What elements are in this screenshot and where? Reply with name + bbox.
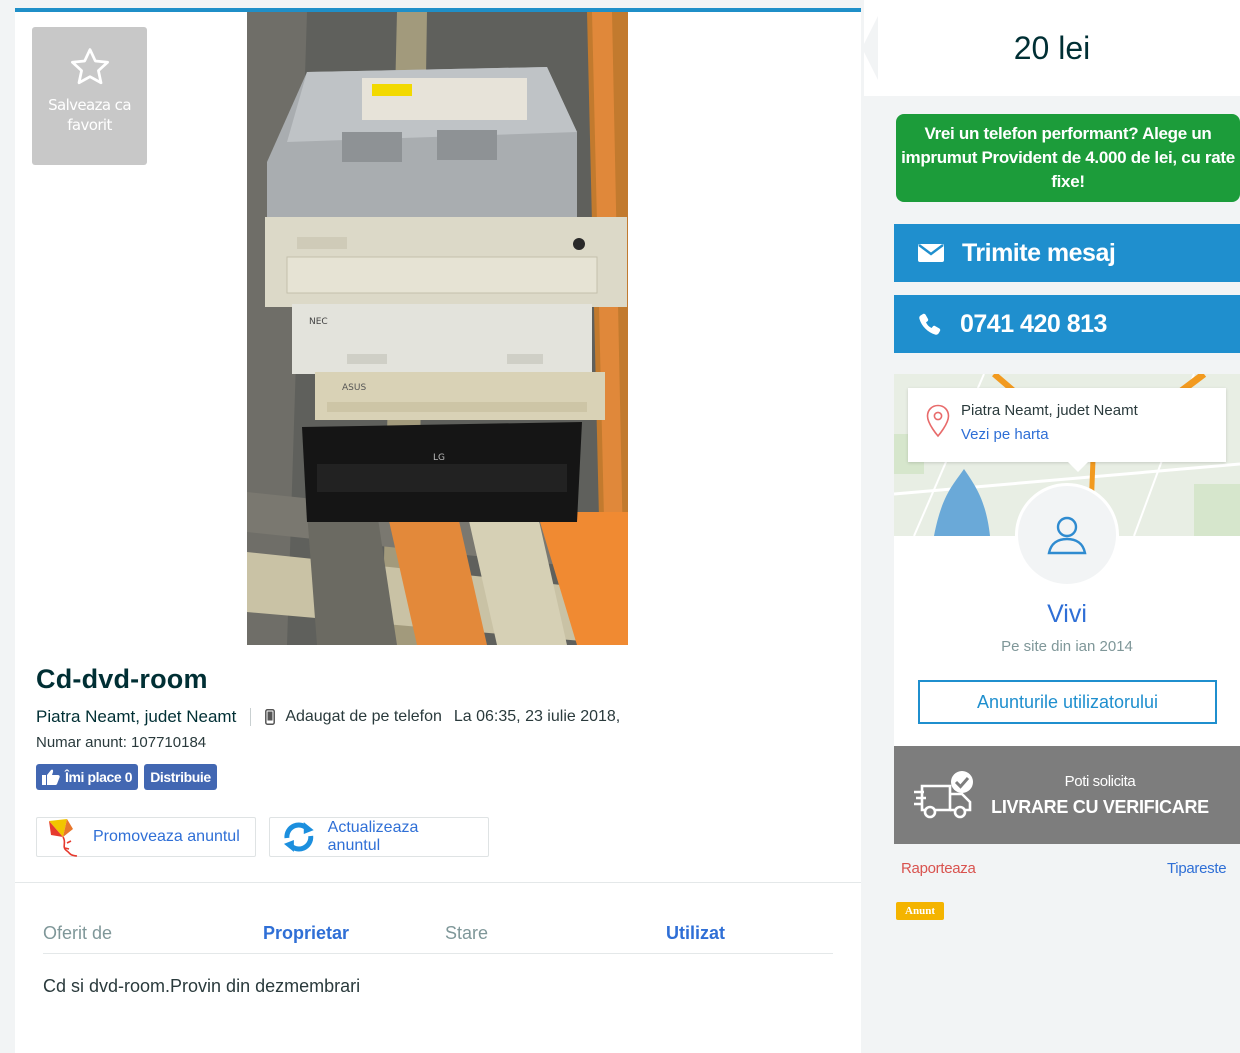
meta-separator [250, 708, 252, 726]
view-on-map-link[interactable]: Vezi pe harta [961, 426, 1049, 443]
kite-icon [49, 819, 78, 857]
promote-ad-button[interactable]: Promoveaza anuntul [36, 817, 256, 857]
price: 20 lei [1013, 30, 1091, 66]
svg-text:LG: LG [433, 453, 445, 463]
save-favorite-label: Salveaza ca favorit [48, 96, 131, 134]
ad-details-row: Oferit de Proprietar Stare Utilizat [43, 913, 833, 953]
ad-main-panel: Salveaza ca favorit NEC ASUS LG Cd-dvd-r… [15, 8, 861, 1053]
thumbs-up-icon [42, 769, 60, 785]
phone-icon [919, 313, 941, 335]
send-message-label: Trimite mesaj [962, 238, 1116, 267]
star-outline-icon [70, 48, 109, 85]
print-ad-link[interactable]: Tipareste [1167, 860, 1227, 877]
show-phone-button[interactable]: 0741 420 813 [894, 295, 1240, 353]
facebook-share-button[interactable]: Distribuie [144, 764, 217, 790]
report-ad-link[interactable]: Raporteaza [901, 860, 976, 877]
ad-title: Cd-dvd-room [36, 664, 208, 694]
popup-tail [1068, 462, 1088, 472]
ad-badge: Anunt [896, 902, 944, 920]
delivery-verification-banner[interactable]: Poti solicita LIVRARE CU VERIFICARE [894, 746, 1240, 844]
svg-text:NEC: NEC [309, 317, 328, 327]
user-icon [1047, 516, 1087, 555]
facebook-buttons: Îmi place 0 Distribuie [36, 764, 217, 790]
update-ad-button[interactable]: Actualizeaza anuntul [269, 817, 489, 857]
provident-promo-banner[interactable]: Vrei un telefon performant? Alege un imp… [896, 114, 1240, 202]
ad-description: Cd si dvd-room.Provin din dezmembrari [43, 976, 361, 996]
location-pin-icon [926, 404, 950, 438]
seller-ads-button[interactable]: Anunturile utilizatorului [918, 680, 1217, 724]
envelope-icon [918, 244, 944, 262]
ad-photo[interactable]: NEC ASUS LG [247, 12, 628, 645]
map-location-city: Piatra Neamt, judet Neamt [961, 402, 1138, 419]
delivery-subtitle: Poti solicita [1064, 773, 1136, 790]
price-box: 20 lei [862, 0, 1240, 96]
detail-label-offered-by: Oferit de [43, 922, 113, 943]
ad-meta-row: Piatra Neamt, judet Neamt Adaugat de pe … [36, 706, 620, 728]
ad-number: Numar anunt: 107710184 [36, 734, 207, 751]
seller-avatar[interactable] [1015, 483, 1119, 587]
send-message-button[interactable]: Trimite mesaj [894, 224, 1240, 282]
ad-actions: Promoveaza anuntul Actualizeaza anuntul [36, 817, 489, 857]
ad-location: Piatra Neamt, judet Neamt [36, 707, 237, 726]
ad-added-via: Adaugat de pe telefon [285, 708, 442, 725]
delivery-title: LIVRARE CU VERIFICARE [991, 797, 1209, 817]
delivery-truck-icon [914, 771, 973, 819]
section-divider [15, 882, 861, 883]
facebook-like-label: Îmi place 0 [65, 769, 133, 785]
promote-ad-label: Promoveaza anuntul [93, 828, 240, 845]
detail-value-offered-by[interactable]: Proprietar [263, 923, 445, 944]
seller-name[interactable]: Vivi [894, 600, 1240, 629]
details-divider [43, 953, 833, 954]
svg-text:ASUS: ASUS [342, 383, 366, 393]
location-popup: Piatra Neamt, judet Neamt Vezi pe harta [908, 388, 1226, 472]
mobile-phone-icon [265, 709, 276, 725]
refresh-icon [283, 822, 314, 852]
phone-number-label: 0741 420 813 [960, 309, 1107, 338]
update-ad-label: Actualizeaza anuntul [327, 819, 419, 854]
facebook-like-button[interactable]: Îmi place 0 [36, 764, 139, 790]
detail-label-condition: Stare [445, 922, 489, 943]
ad-added-date: La 06:35, 23 iulie 2018, [453, 708, 621, 725]
save-favorite-button[interactable]: Salveaza ca favorit [32, 27, 147, 165]
detail-value-condition[interactable]: Utilizat [666, 923, 725, 944]
seller-member-since: Pe site din ian 2014 [1001, 638, 1133, 655]
